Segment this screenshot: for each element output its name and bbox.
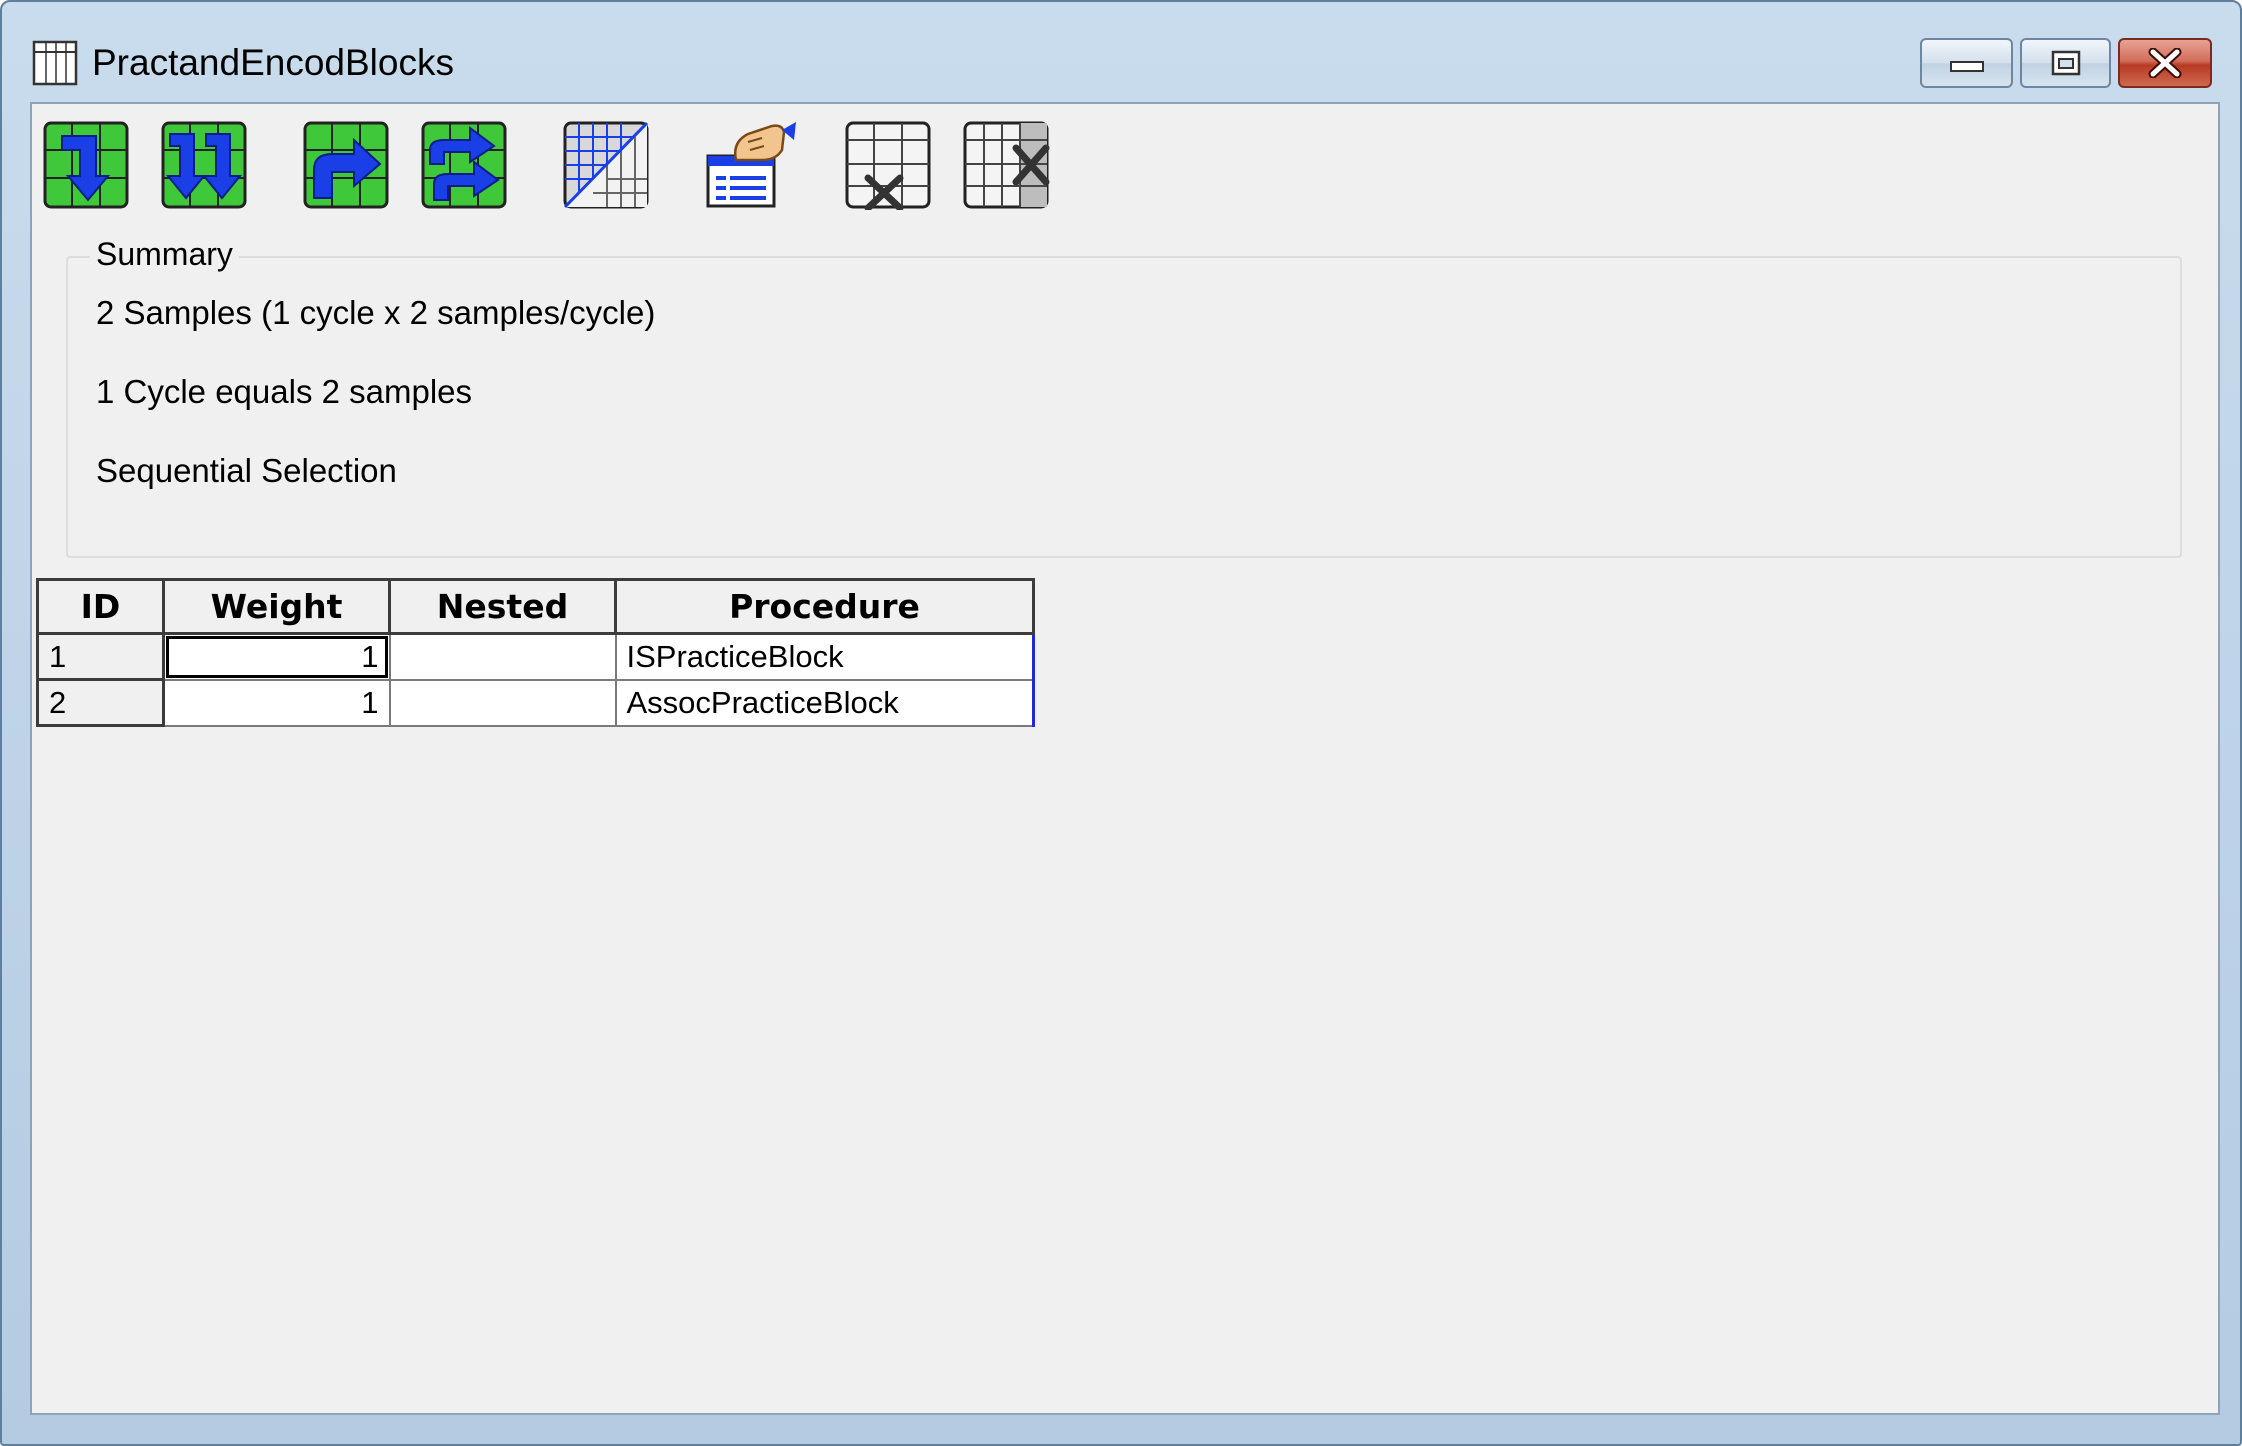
nested-cell[interactable]	[388, 632, 617, 681]
column-header-nested[interactable]: Nested	[388, 578, 617, 635]
close-icon	[2148, 48, 2182, 78]
insert-multiple-attributes-after-icon[interactable]	[420, 120, 508, 210]
summary-samples-text: 2 Samples (1 cycle x 2 samples/cycle)	[96, 294, 656, 331]
grid-table-icon	[32, 40, 78, 86]
delete-attribute-icon[interactable]	[962, 120, 1050, 210]
restore-button[interactable]	[2020, 38, 2111, 88]
close-button[interactable]	[2118, 38, 2212, 88]
summary-cycle-text: 1 Cycle equals 2 samples	[96, 373, 473, 410]
insert-attribute-before-icon[interactable]	[42, 120, 130, 210]
summary-legend: Summary	[90, 236, 239, 273]
column-header-procedure[interactable]: Procedure	[614, 578, 1035, 635]
insert-attribute-after-icon[interactable]	[302, 120, 390, 210]
weight-cell[interactable]: 1	[162, 632, 391, 681]
edit-grid-icon[interactable]	[562, 120, 650, 210]
grid-header-row: ID Weight Nested Procedure	[36, 578, 1035, 635]
window-title: PractandEncodBlocks	[92, 42, 454, 83]
row-id-cell[interactable]: 1	[36, 632, 165, 681]
attribute-grid: ID Weight Nested Procedure 1 1 ISPractic…	[36, 578, 1035, 727]
insert-multiple-attributes-before-icon[interactable]	[160, 120, 248, 210]
table-row: 2 1 AssocPracticeBlock	[36, 678, 1035, 727]
app-window: PractandEncodBlocks Summary 2 Samples (1…	[0, 0, 2242, 1446]
summary-selection-text: Sequential Selection	[96, 452, 397, 489]
column-header-id[interactable]: ID	[36, 578, 165, 635]
restore-icon	[2051, 50, 2080, 76]
nested-cell[interactable]	[388, 678, 617, 727]
client-area: Summary 2 Samples (1 cycle x 2 samples/c…	[30, 102, 2220, 1415]
table-row: 1 1 ISPracticeBlock	[36, 632, 1035, 681]
minimize-button[interactable]	[1920, 38, 2013, 88]
title-bar[interactable]: PractandEncodBlocks	[2, 2, 2240, 99]
row-id-cell[interactable]: 2	[36, 678, 165, 727]
minimize-icon	[1949, 61, 1984, 72]
properties-hand-icon[interactable]	[702, 120, 802, 210]
procedure-cell[interactable]: AssocPracticeBlock	[614, 678, 1035, 727]
remove-attribute-icon[interactable]	[844, 120, 932, 210]
weight-cell[interactable]: 1	[162, 678, 391, 727]
column-header-weight[interactable]: Weight	[162, 578, 391, 635]
summary-group: Summary 2 Samples (1 cycle x 2 samples/c…	[66, 236, 2182, 558]
procedure-cell[interactable]: ISPracticeBlock	[614, 632, 1035, 681]
